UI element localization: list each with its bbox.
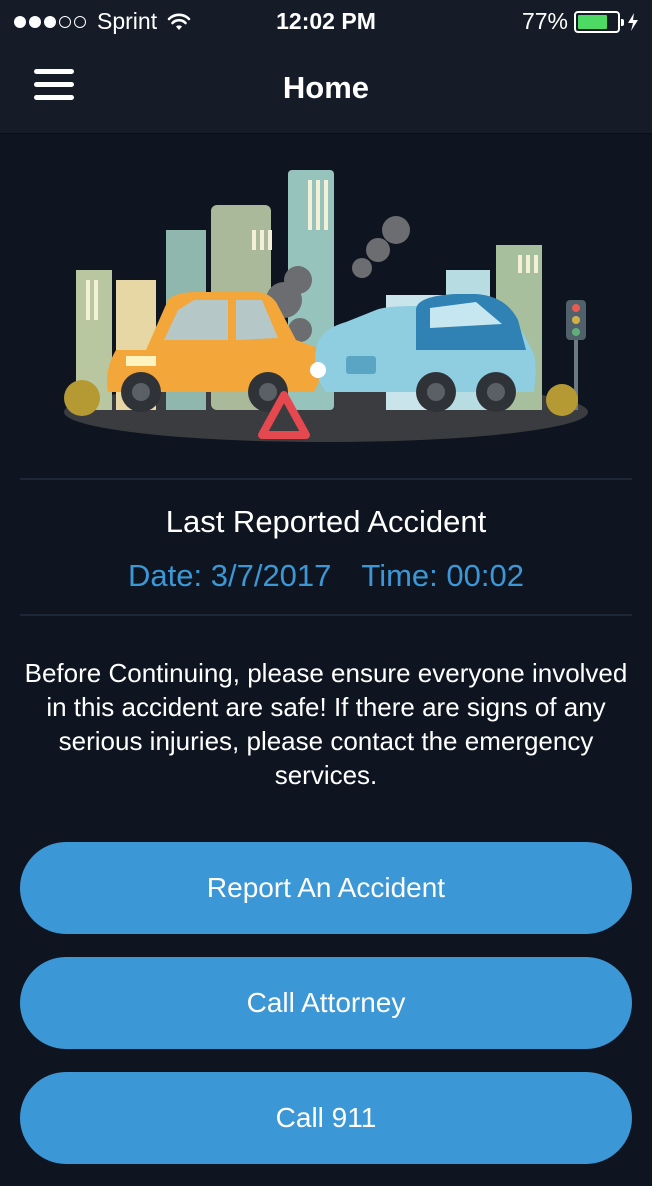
battery-percent: 77% [521, 8, 568, 34]
last-accident-date: Date: 3/7/2017 [128, 558, 332, 593]
call-911-button[interactable]: Call 911 [20, 1072, 632, 1164]
status-bar: Sprint 12:02 PM 77% [0, 0, 652, 44]
divider-top [20, 478, 632, 480]
car-accident-illustration [64, 170, 588, 442]
divider-bottom [20, 614, 632, 616]
navigation-bar: Home [0, 44, 652, 134]
battery-level [578, 14, 608, 29]
battery-icon [574, 10, 624, 33]
safety-notice: Before Continuing, please ensure everyon… [24, 658, 628, 790]
call-attorney-button[interactable]: Call Attorney [20, 957, 632, 1049]
page-title: Home [282, 70, 370, 105]
report-accident-button[interactable]: Report An Accident [20, 842, 632, 934]
last-accident-datetime: Date: 3/7/2017 Time: 00:02 [0, 558, 652, 594]
last-accident-time: Time: 00:02 [361, 558, 524, 593]
last-accident-title: Last Reported Accident [165, 504, 487, 539]
charging-bolt-icon [628, 12, 638, 31]
status-right: 77% [522, 8, 640, 35]
